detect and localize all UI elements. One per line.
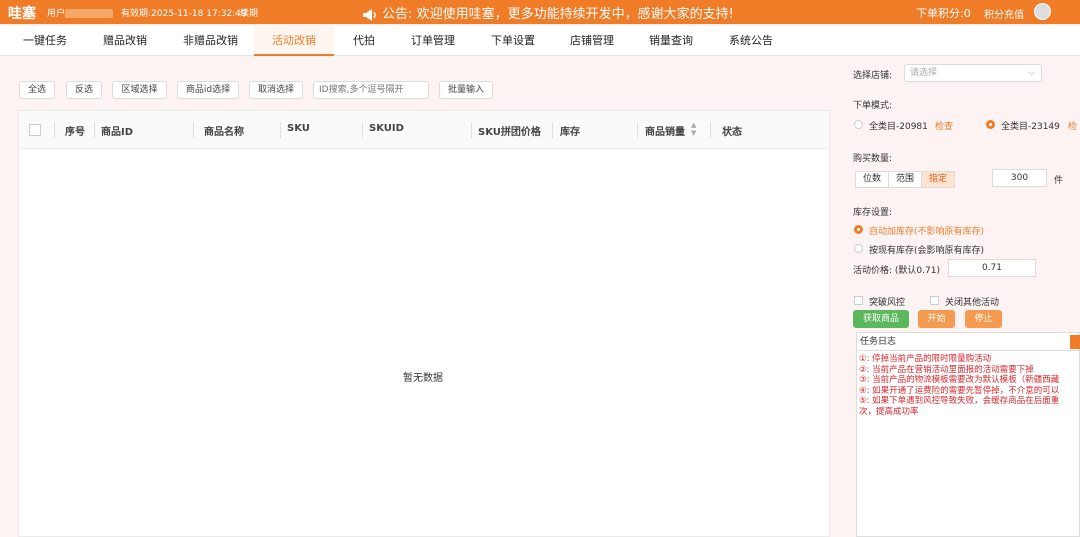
settings-panel: 选择店铺: 请选择 ⌵ 下单模式: 全类目-20981 检查 全类目-23149… <box>840 56 1080 537</box>
region-select-button[interactable]: 区域选择 <box>112 81 167 99</box>
stock-label: 库存设置: <box>853 208 893 218</box>
id-search-input[interactable] <box>313 81 429 99</box>
select-all-button[interactable]: 全选 <box>19 81 55 99</box>
username-redacted <box>65 9 114 18</box>
column-divider <box>280 122 281 138</box>
stock-current-label: 按现有库存(会影响原有库存) <box>869 246 985 256</box>
order-mode-label: 下单模式: <box>853 101 893 111</box>
col-product-id: 商品ID <box>101 127 134 138</box>
product-table: 序号 商品ID 商品名称 SKU SKUID SKU拼团价格 库存 商品销量 ▲… <box>18 110 830 537</box>
tab-order-settings[interactable]: 下单设置 <box>491 26 535 56</box>
col-sku-group-price: SKU拼团价格 <box>478 127 541 138</box>
task-log-header: 任务日志 <box>857 333 1080 351</box>
col-product-name: 商品名称 <box>204 127 244 138</box>
column-divider <box>552 122 553 138</box>
megaphone-icon <box>363 8 376 21</box>
breakthrough-label: 突破风控 <box>869 298 906 308</box>
tab-proxy-buy[interactable]: 代拍 <box>353 26 375 56</box>
tab-gift-sales[interactable]: 赠品改销 <box>103 26 147 56</box>
activity-price-label: 活动价格: (默认0.71) <box>853 266 940 276</box>
table-header: 序号 商品ID 商品名称 SKU SKUID SKU拼团价格 库存 商品销量 ▲… <box>19 111 829 149</box>
task-log: 任务日志 ①: 停掉当前产品的限时限量购活动 ②: 当前产品在营销活动里面报的活… <box>856 332 1080 537</box>
qty-mode-segmented[interactable]: 位数 范围 指定 <box>855 171 956 188</box>
stop-button[interactable]: 停止 <box>965 310 1002 328</box>
activity-price-input[interactable]: 0.71 <box>948 259 1036 277</box>
store-select[interactable]: 请选择 ⌵ <box>904 64 1042 82</box>
col-sales[interactable]: 商品销量 <box>645 123 685 138</box>
stock-auto-label: 自动加库存(不影响原有库存) <box>869 227 985 237</box>
avatar[interactable] <box>1034 3 1051 20</box>
recharge-link[interactable]: 积分充值 <box>984 6 1024 21</box>
task-log-content: ①: 停掉当前产品的限时限量购活动 ②: 当前产品在营销活动里面报的活动需要下掉… <box>857 351 1079 420</box>
mode-2-radio[interactable] <box>986 120 995 129</box>
renew-link[interactable]: 续期 <box>240 6 258 19</box>
close-other-label: 关闭其他活动 <box>945 298 1000 308</box>
notice-banner: 公告: 欢迎使用哇塞，更多功能持续开发中，感谢大家的支持! <box>362 3 734 22</box>
col-index: 序号 <box>65 127 85 138</box>
mode-2-label: 全类目-23149 <box>1001 122 1060 132</box>
qty-input[interactable]: 300 <box>992 169 1047 187</box>
column-divider <box>710 122 711 138</box>
breakthrough-checkbox[interactable] <box>854 296 863 305</box>
column-divider <box>193 122 194 138</box>
qty-unit: 件 <box>1054 176 1064 186</box>
notice-text: 公告: 欢迎使用哇塞，更多功能持续开发中，感谢大家的支持! <box>382 7 734 22</box>
user-info: 用户 有效期:2025-11-18 17:32:49 <box>47 6 247 19</box>
top-bar: 哇塞 用户 有效期:2025-11-18 17:32:49 续期 公告: 欢迎使用… <box>0 0 1080 24</box>
points-balance: 下单积分:0 <box>916 7 971 20</box>
tab-order-management[interactable]: 订单管理 <box>411 26 455 56</box>
qty-label: 购买数量: <box>853 154 893 164</box>
column-divider <box>54 122 55 138</box>
tab-non-gift-sales[interactable]: 非赠品改销 <box>183 26 238 56</box>
user-label: 用户 <box>47 9 66 19</box>
log-line: ③: 当前产品的物流模板需要改为默认模板（新疆西藏 <box>859 375 1060 385</box>
qty-mode-range[interactable]: 范围 <box>889 172 923 187</box>
chevron-down-icon: ⌵ <box>1028 68 1035 78</box>
col-status: 状态 <box>722 127 742 138</box>
col-skuid: SKUID <box>369 123 404 134</box>
col-sku: SKU <box>287 123 310 134</box>
log-line: ①: 停掉当前产品的限时限量购活动 <box>859 354 992 364</box>
column-divider <box>94 122 95 138</box>
mode-1-radio[interactable] <box>854 120 863 129</box>
main-tabs: 一键任务 赠品改销 非赠品改销 活动改销 代拍 订单管理 下单设置 店铺管理 销… <box>0 26 1080 56</box>
col-stock: 库存 <box>560 127 580 138</box>
log-line: ④: 如果开通了运费险的需要先暂停掉，不介意的可以 <box>859 385 1060 396</box>
id-select-button[interactable]: 商品id选择 <box>177 81 239 99</box>
close-other-checkbox[interactable] <box>930 296 939 305</box>
tab-store-management[interactable]: 店铺管理 <box>570 26 614 56</box>
brand-logo: 哇塞 <box>8 6 36 22</box>
stock-current-radio[interactable] <box>854 244 863 253</box>
log-clear-button[interactable] <box>1070 335 1080 349</box>
log-line: 次，提高成功率 <box>859 406 919 417</box>
empty-state-text: 暂无数据 <box>403 373 443 384</box>
select-all-checkbox[interactable] <box>29 124 41 136</box>
tab-system-notice[interactable]: 系统公告 <box>729 26 773 56</box>
tab-activity-sales[interactable]: 活动改销 <box>254 26 334 56</box>
stock-auto-radio[interactable] <box>854 225 863 234</box>
tab-one-click-task[interactable]: 一键任务 <box>23 26 67 56</box>
column-divider <box>637 122 638 138</box>
mode-1-check-link[interactable]: 检查 <box>935 119 953 132</box>
qty-mode-digits[interactable]: 位数 <box>856 172 890 187</box>
store-label: 选择店铺: <box>853 71 893 81</box>
task-log-title: 任务日志 <box>860 337 897 347</box>
sort-icon[interactable]: ▲ ▼ <box>691 121 696 137</box>
column-divider <box>362 122 363 138</box>
log-line: ②: 当前产品在营销活动里面报的活动需要下掉 <box>859 364 1034 375</box>
mode-2-check-link[interactable]: 检 <box>1068 119 1077 132</box>
get-products-button[interactable]: 获取商品 <box>853 310 909 328</box>
batch-input-button[interactable]: 批量输入 <box>439 81 493 99</box>
tab-sales-query[interactable]: 销量查询 <box>649 26 693 56</box>
column-divider <box>471 122 472 138</box>
invert-selection-button[interactable]: 反选 <box>66 81 102 99</box>
log-line: ⑤: 如果下单遇到风控导致失败，会缓存商品在后面重 <box>859 396 1060 406</box>
qty-mode-fixed[interactable]: 指定 <box>922 172 955 187</box>
start-button[interactable]: 开始 <box>918 310 955 328</box>
expiry-text: 有效期:2025-11-18 17:32:49 <box>121 9 247 19</box>
mode-1-label: 全类目-20981 <box>869 122 928 132</box>
cancel-selection-button[interactable]: 取消选择 <box>249 81 303 99</box>
store-select-value: 请选择 <box>910 68 938 78</box>
